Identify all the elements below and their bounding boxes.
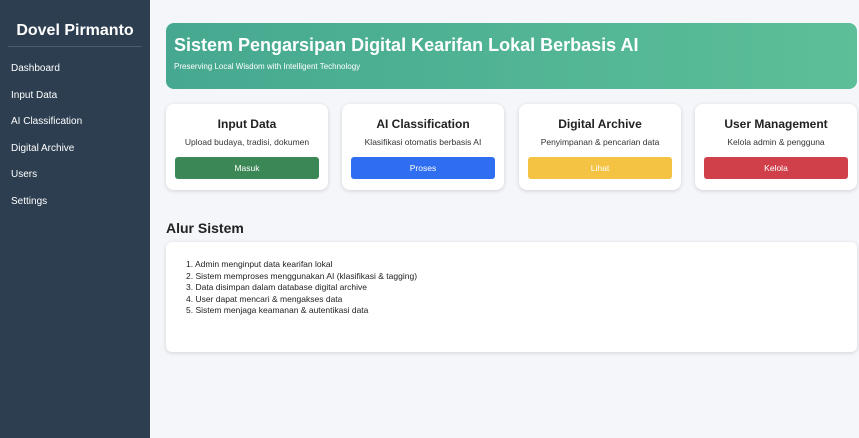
sidebar-item-ai-classification[interactable]: AI Classification xyxy=(11,116,150,143)
flow-step: 3. Data disimpan dalam database digital … xyxy=(186,282,367,292)
sidebar-item-digital-archive[interactable]: Digital Archive xyxy=(11,143,150,170)
card-digital-archive: Digital Archive Penyimpanan & pencarian … xyxy=(519,104,681,190)
sidebar-item-dashboard[interactable]: Dashboard xyxy=(11,63,150,90)
card-title: Input Data xyxy=(217,117,277,131)
flow-step: 4. User dapat mencari & mengakses data xyxy=(186,293,343,304)
kelola-button[interactable]: Kelola xyxy=(704,157,848,179)
card-title: AI Classification xyxy=(376,117,470,131)
proses-button[interactable]: Proses xyxy=(351,157,495,179)
sidebar-item-input-data[interactable]: Input Data xyxy=(11,90,150,117)
section-title: Alur Sistem xyxy=(166,220,244,236)
flow-panel: 1. Admin menginput data kearifan lokal 2… xyxy=(166,242,857,352)
card-description: Penyimpanan & pencarian data xyxy=(540,137,660,147)
main-content: Sistem Pengarsipan Digital Kearifan Loka… xyxy=(150,0,859,438)
lihat-button[interactable]: Lihat xyxy=(528,157,672,179)
flow-step: 1. Admin menginput data kearifan lokal xyxy=(186,259,333,269)
page-title: Sistem Pengarsipan Digital Kearifan Loka… xyxy=(174,35,639,55)
brand-name: Dovel Pirmanto xyxy=(16,22,134,39)
hero-banner: Sistem Pengarsipan Digital Kearifan Loka… xyxy=(166,23,857,89)
flow-step: 2. Sistem memproses menggunakan AI (klas… xyxy=(186,270,418,281)
flow-steps: 1. Admin menginput data kearifan lokal 2… xyxy=(186,259,857,317)
sidebar: Dovel Pirmanto Dashboard Input Data AI C… xyxy=(0,0,150,438)
card-title: User Management xyxy=(724,117,828,131)
card-title: Digital Archive xyxy=(558,117,642,131)
sidebar-divider xyxy=(8,46,142,47)
flow-step: 5. Sistem menjaga keamanan & autentikasi… xyxy=(186,305,369,315)
sidebar-item-settings[interactable]: Settings xyxy=(11,196,150,223)
card-ai-classification: AI Classification Klasifikasi otomatis b… xyxy=(342,104,504,190)
card-description: Upload budaya, tradisi, dokumen xyxy=(184,137,310,147)
page-subtitle: Preserving Local Wisdom with Intelligent… xyxy=(174,62,361,71)
card-description: Kelola admin & pengguna xyxy=(727,137,825,147)
sidebar-item-users[interactable]: Users xyxy=(11,169,150,196)
card-user-management: User Management Kelola admin & pengguna … xyxy=(695,104,857,190)
card-input-data: Input Data Upload budaya, tradisi, dokum… xyxy=(166,104,328,190)
app: Dovel Pirmanto Dashboard Input Data AI C… xyxy=(0,0,859,438)
masuk-button[interactable]: Masuk xyxy=(175,157,319,179)
card-description: Klasifikasi otomatis berbasis AI xyxy=(364,137,482,147)
sidebar-nav: Dashboard Input Data AI Classification D… xyxy=(0,63,150,222)
